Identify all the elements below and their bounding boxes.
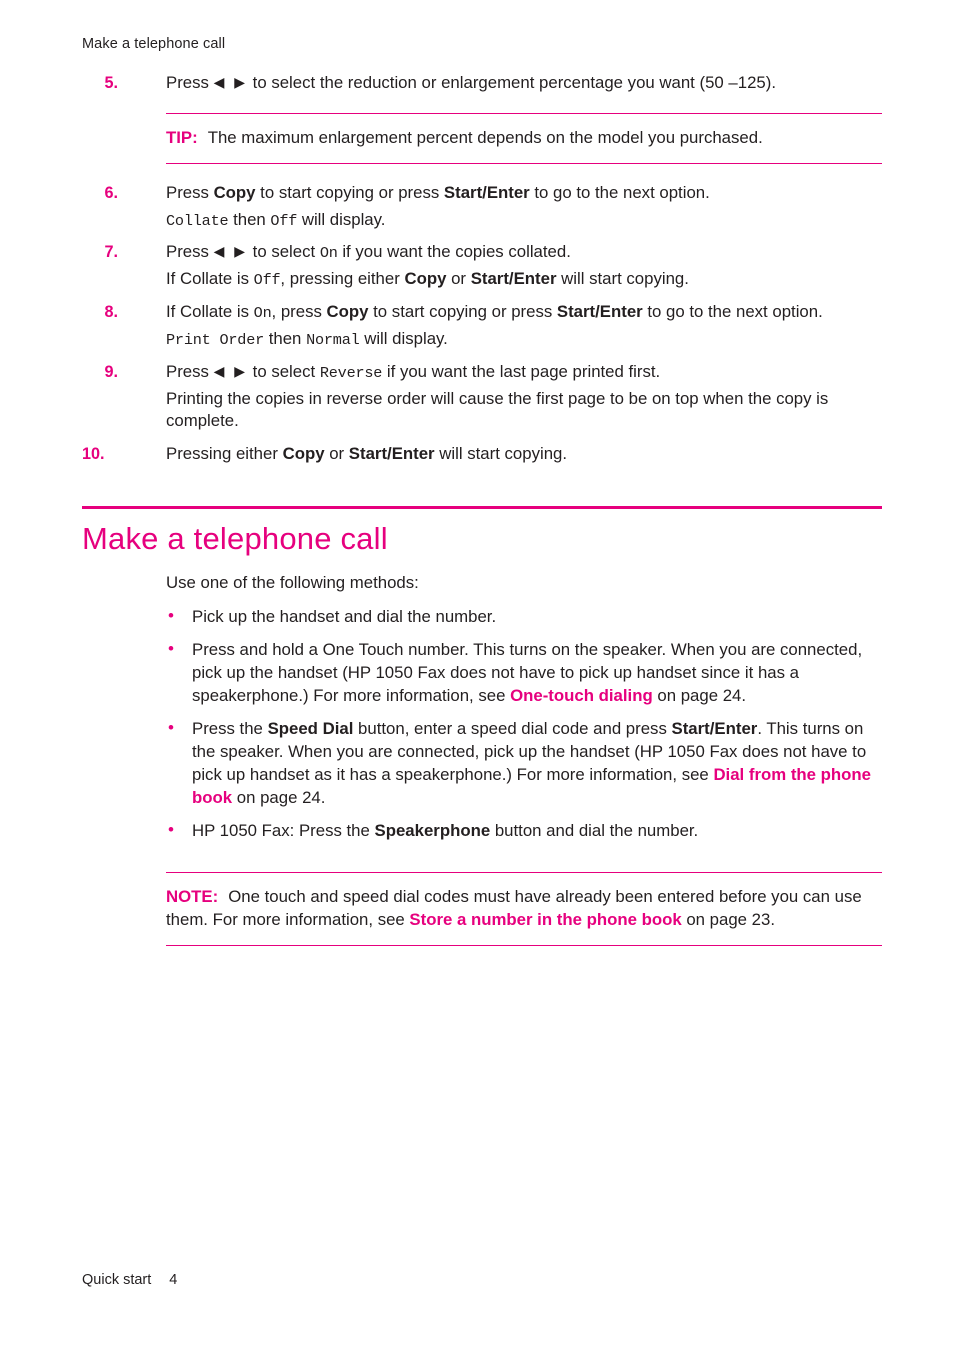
step-6: 6. Press Copy to start copying or press … bbox=[82, 182, 882, 205]
step-10: 10. Pressing either Copy or Start/Enter … bbox=[82, 443, 882, 466]
footer-page-number: 4 bbox=[169, 1272, 178, 1288]
link-dial-from-phone-book[interactable]: Dial from the phone book bbox=[192, 765, 871, 807]
list-item-text: Pick up the handset and dial the number. bbox=[192, 607, 497, 627]
list-item: • Press the Speed Dial button, enter a s… bbox=[82, 717, 882, 809]
running-header: Make a telephone call bbox=[82, 36, 226, 52]
tip-callout: TIP: The maximum enlargement percent depe… bbox=[166, 112, 882, 164]
step-number: 10. bbox=[82, 445, 105, 464]
step-9-result: Printing the copies in reverse order wil… bbox=[166, 388, 829, 431]
step-number: 9. bbox=[104, 362, 118, 381]
list-item: • Pick up the handset and dial the numbe… bbox=[82, 605, 882, 628]
page-footer: Quick start 4 bbox=[82, 1272, 177, 1288]
procedure-step-list-continued: 6. Press Copy to start copying or press … bbox=[82, 182, 882, 466]
tip-text: The maximum enlargement percent depends … bbox=[207, 127, 763, 147]
step-5: 5. Press ◀ ▶ to select the reduction or … bbox=[82, 72, 882, 95]
step-8-result: Print Order then Normal will display. bbox=[166, 328, 448, 349]
link-one-touch-dialing[interactable]: One-touch dialing bbox=[510, 686, 653, 705]
step-text: Press ◀ ▶ to select Reverse if you want … bbox=[166, 361, 661, 382]
step-8: 8. If Collate is On, press Copy to start… bbox=[82, 301, 882, 324]
bullet-icon: • bbox=[168, 639, 174, 659]
list-item: • Press and hold a One Touch number. Thi… bbox=[82, 638, 882, 707]
step-number: 5. bbox=[104, 74, 118, 92]
step-text: Press ◀ ▶ to select On if you want the c… bbox=[166, 242, 571, 263]
list-item-text: Press the Speed Dial button, enter a spe… bbox=[192, 719, 871, 808]
page-title: Make a telephone call bbox=[82, 521, 388, 557]
document-page: Make a telephone call 5. Press ◀ ▶ to se… bbox=[0, 0, 954, 1348]
list-item-text: Press and hold a One Touch number. This … bbox=[192, 640, 863, 706]
footer-chapter: Quick start bbox=[82, 1272, 152, 1288]
section-divider bbox=[82, 506, 882, 510]
note-label: NOTE: bbox=[166, 887, 219, 907]
tip-label: TIP: bbox=[166, 127, 198, 147]
step-number: 8. bbox=[104, 303, 118, 322]
section-intro: Use one of the following methods: bbox=[166, 573, 419, 593]
list-item-text: HP 1050 Fax: Press the Speakerphone butt… bbox=[192, 821, 699, 841]
step-number: 6. bbox=[104, 183, 118, 202]
link-store-number-phone-book[interactable]: Store a number in the phone book bbox=[409, 910, 681, 929]
step-7-result: If Collate is Off, pressing either Copy … bbox=[166, 269, 689, 290]
list-item: • HP 1050 Fax: Press the Speakerphone bu… bbox=[82, 819, 882, 842]
step-text: Press ◀ ▶ to select the reduction or enl… bbox=[166, 73, 777, 92]
step-number: 7. bbox=[104, 243, 118, 262]
step-7: 7. Press ◀ ▶ to select On if you want th… bbox=[82, 241, 882, 264]
note-text-after: on page 23. bbox=[681, 909, 775, 929]
methods-list: • Pick up the handset and dial the numbe… bbox=[82, 605, 882, 842]
step-text: Pressing either Copy or Start/Enter will… bbox=[166, 444, 568, 464]
step-9: 9. Press ◀ ▶ to select Reverse if you wa… bbox=[82, 361, 882, 384]
note-callout: NOTE: One touch and speed dial codes must… bbox=[166, 872, 882, 946]
page-content: 5. Press ◀ ▶ to select the reduction or … bbox=[82, 72, 882, 964]
step-text: If Collate is On, press Copy to start co… bbox=[166, 302, 823, 323]
bullet-icon: • bbox=[168, 606, 174, 626]
procedure-step-list: 5. Press ◀ ▶ to select the reduction or … bbox=[82, 72, 882, 95]
step-text: Press Copy to start copying or press Sta… bbox=[166, 182, 710, 202]
bullet-icon: • bbox=[168, 820, 174, 840]
bullet-icon: • bbox=[168, 718, 174, 738]
step-6-result: Collate then Off will display. bbox=[166, 209, 386, 230]
